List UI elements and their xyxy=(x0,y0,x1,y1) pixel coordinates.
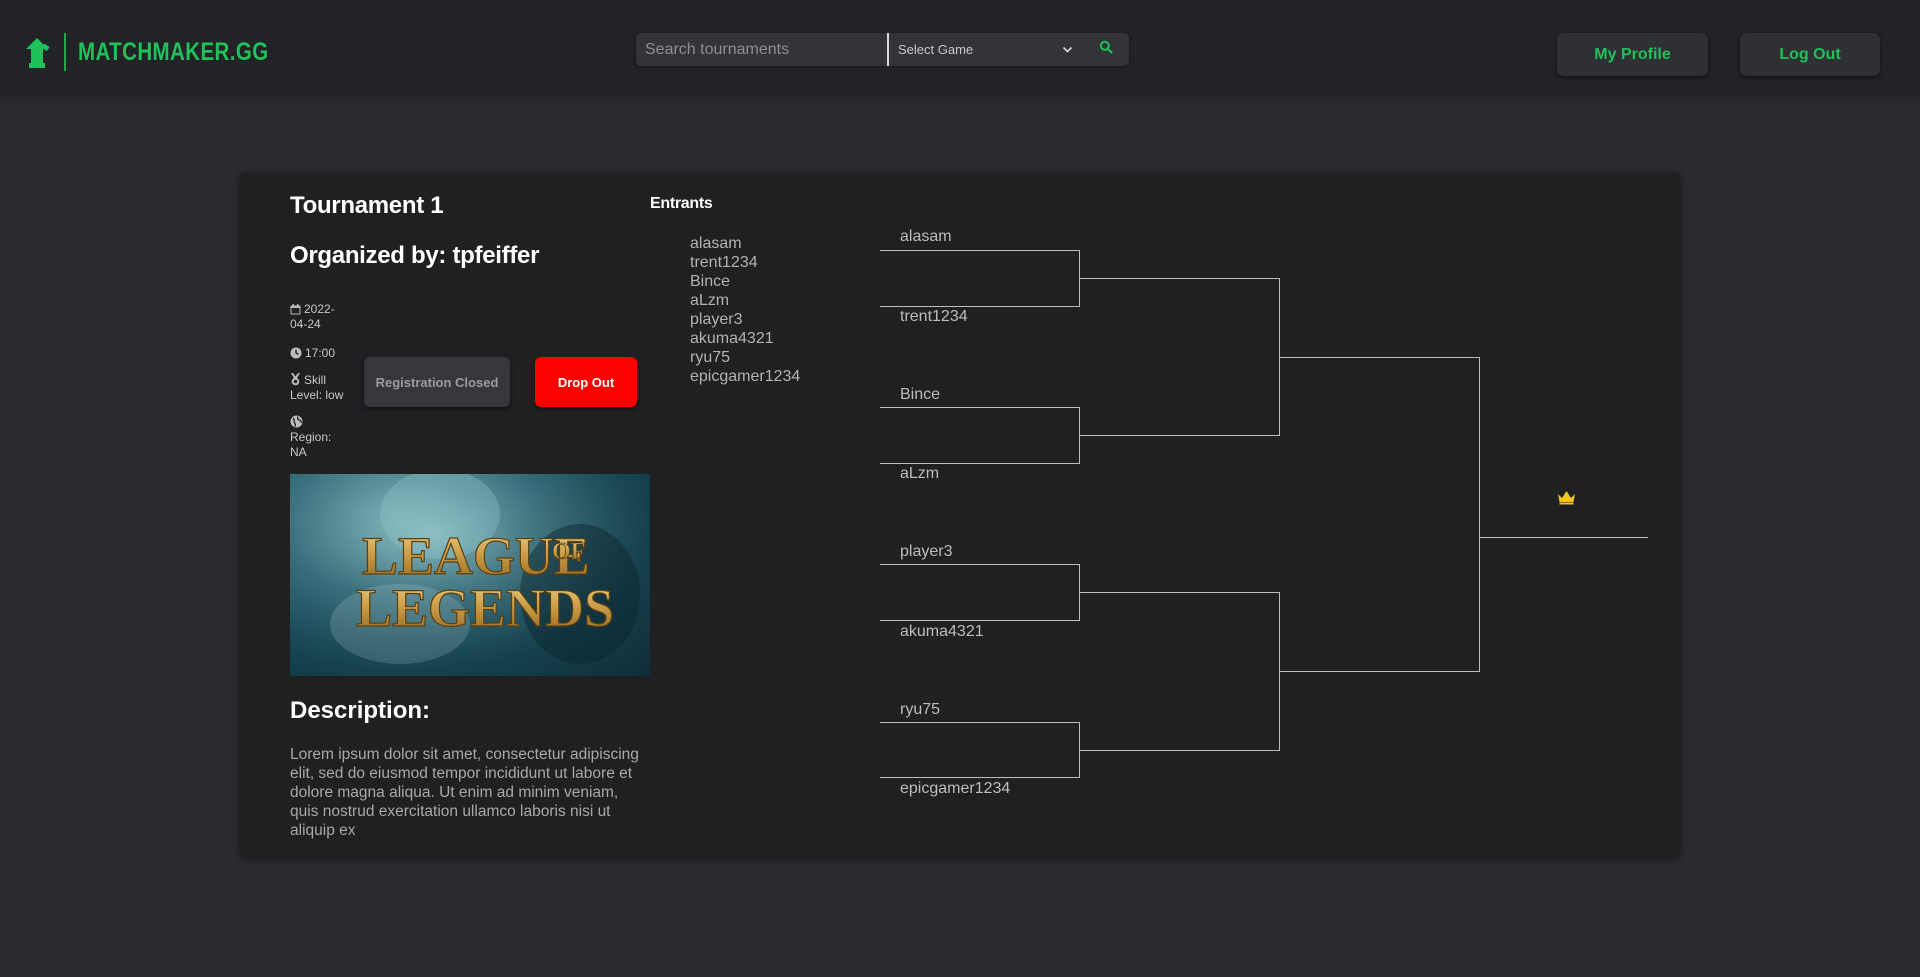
top-navbar: MATCHMAKER.GG Select Game My Profile Log… xyxy=(0,0,1920,94)
bracket-slot-line xyxy=(1279,357,1480,358)
game-select-label: Select Game xyxy=(898,42,974,57)
bracket-seed: ryu75 xyxy=(900,701,941,718)
clock-icon xyxy=(290,346,305,360)
bracket-seed: player3 xyxy=(900,543,953,560)
bracket-connector xyxy=(1079,722,1080,778)
entrant-item: alasam xyxy=(690,235,742,252)
game-banner-image: LEAGUE OF LEGENDS xyxy=(290,474,650,676)
banner-of: OF xyxy=(552,539,585,565)
bracket-seed: epicgamer1234 xyxy=(900,780,1011,797)
bracket-slot-line xyxy=(880,777,1080,778)
bracket-connector xyxy=(1279,592,1280,751)
bracket-seed: akuma4321 xyxy=(900,623,984,640)
registration-closed-button[interactable]: Registration Closed xyxy=(364,357,510,407)
description-heading: Description: xyxy=(290,697,431,724)
banner-line-2: LEGENDS xyxy=(356,578,614,638)
entrant-item: Bince xyxy=(690,273,731,290)
bracket-slot-line xyxy=(1079,435,1280,436)
entrants-list: alasam trent1234 Bince aLzm player3 akum… xyxy=(690,234,800,386)
entrant-item: akuma4321 xyxy=(690,330,774,347)
bracket-connector xyxy=(1079,250,1080,307)
bracket-connector xyxy=(1079,407,1080,464)
search-button[interactable] xyxy=(1085,33,1127,66)
bracket-slot-line xyxy=(880,306,1080,307)
entrants-heading: Entrants xyxy=(650,195,713,212)
bracket-slot-line xyxy=(880,250,1080,251)
bracket-seed: Bince xyxy=(900,386,941,403)
entrant-item: trent1234 xyxy=(690,254,758,271)
bracket-connector xyxy=(1479,357,1480,672)
drop-out-button[interactable]: Drop Out xyxy=(535,357,637,407)
tournament-date: 2022-04-24 xyxy=(290,302,348,332)
bracket-slot-line xyxy=(1079,592,1280,593)
my-profile-button[interactable]: My Profile xyxy=(1557,33,1708,76)
bracket-seed: alasam xyxy=(900,228,952,245)
log-out-button[interactable]: Log Out xyxy=(1740,33,1880,76)
bracket-slot-line xyxy=(880,722,1080,723)
entrant-item: epicgamer1234 xyxy=(690,368,801,385)
globe-icon xyxy=(290,415,306,429)
tournament-organizer: Organized by: tpfeiffer xyxy=(290,242,540,269)
description-text: Lorem ipsum dolor sit amet, consectetur … xyxy=(290,746,639,839)
entrant-item: ryu75 xyxy=(690,349,731,366)
bracket-seed: aLzm xyxy=(900,465,940,482)
medal-icon xyxy=(290,373,304,387)
region-value: Region: NA xyxy=(290,430,332,459)
tournament-time: 17:00 xyxy=(290,346,350,361)
bracket-slot-line xyxy=(880,620,1080,621)
search-icon xyxy=(1099,40,1113,59)
trophy-logo-icon xyxy=(22,32,54,72)
time-value: 17:00 xyxy=(305,346,336,360)
bracket-slot-line xyxy=(880,407,1080,408)
search-bar: Select Game xyxy=(636,33,1129,66)
bracket-connector xyxy=(1279,278,1280,436)
bracket-slot-line xyxy=(1279,671,1480,672)
search-input[interactable] xyxy=(636,33,887,66)
brand-logo[interactable]: MATCHMAKER.GG xyxy=(22,32,310,72)
bracket-seed: trent1234 xyxy=(900,308,968,325)
tournament-card: Tournament 1 Organized by: tpfeiffer 202… xyxy=(240,172,1680,857)
tournament-title: Tournament 1 xyxy=(290,192,444,219)
game-select[interactable]: Select Game xyxy=(889,33,1085,66)
entrant-item: player3 xyxy=(690,311,743,328)
bracket-winner-line xyxy=(1479,537,1648,538)
bracket-connector xyxy=(1079,564,1080,621)
crown-icon xyxy=(1557,490,1576,510)
entrant-item: aLzm xyxy=(690,292,730,309)
bracket-slot-line xyxy=(880,564,1080,565)
bracket-slot-line xyxy=(1079,278,1280,279)
chevron-down-icon xyxy=(1062,42,1073,57)
bracket-slot-line xyxy=(1079,750,1280,751)
bracket-slot-line xyxy=(880,463,1080,464)
tournament-region: Region: NA xyxy=(290,415,350,460)
logo-divider xyxy=(64,33,66,71)
calendar-icon xyxy=(290,302,304,316)
tournament-skill: Skill Level: low xyxy=(290,373,350,403)
brand-name: MATCHMAKER.GG xyxy=(78,37,269,66)
